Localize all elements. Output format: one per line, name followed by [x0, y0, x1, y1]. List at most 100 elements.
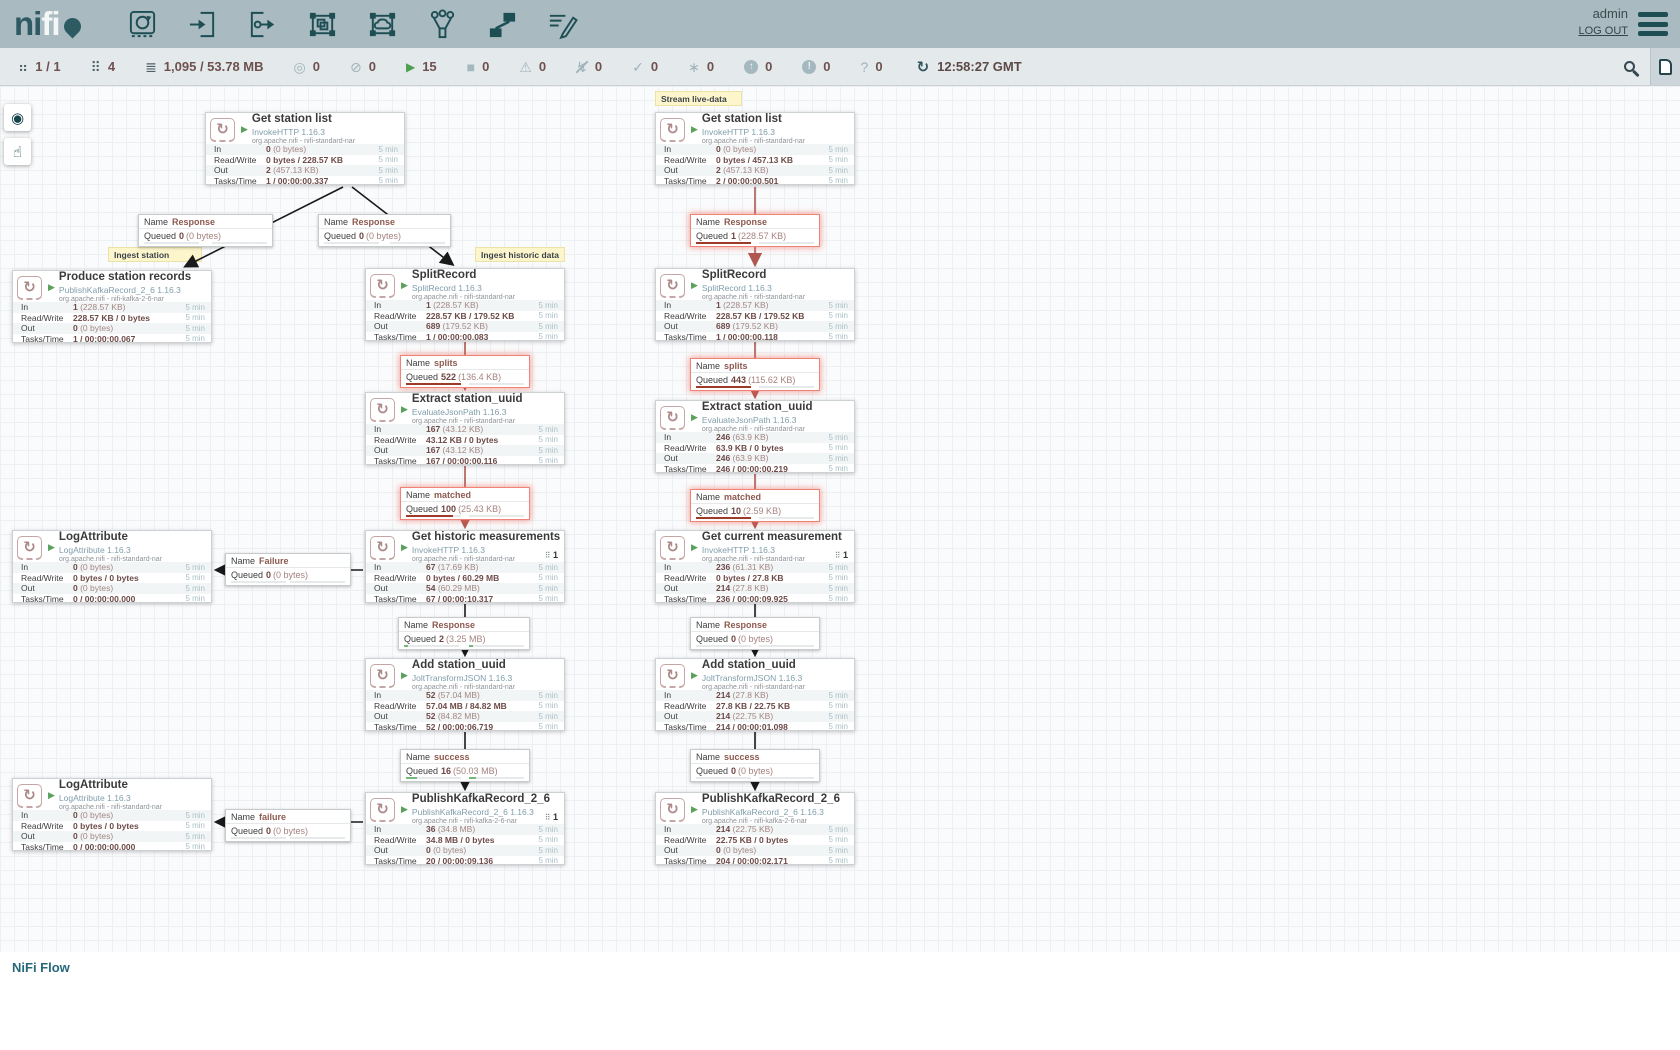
name-label: Name	[406, 490, 430, 500]
stat-row: Tasks/Time0 / 00:00:00.0005 min	[13, 594, 211, 605]
connection-label[interactable]: NamefailureQueued0(0 bytes)	[225, 809, 351, 842]
processor-name: Get station list	[252, 114, 355, 126]
stat-row: Read/Write0 bytes / 228.57 KB5 min	[206, 155, 404, 166]
label-icon[interactable]	[545, 6, 581, 42]
connection-name-row: Namefailure	[226, 810, 350, 824]
refresh-icon[interactable]: ↻	[917, 58, 930, 76]
new-template-button[interactable]	[1650, 48, 1680, 85]
processor-node[interactable]: ↻▶Extract station_uuidEvaluateJsonPath 1…	[365, 392, 565, 465]
stale-icon: ↑	[744, 60, 758, 74]
processor-node[interactable]: ↻▶Get station listInvokeHTTP 1.16.3org.a…	[205, 112, 405, 185]
stat-row: In0 (0 bytes)5 min	[13, 562, 211, 573]
backpressure-fill	[469, 777, 476, 779]
input-port-icon[interactable]	[185, 6, 221, 42]
processor-node[interactable]: ↻▶Produce station recordsPublishKafkaRec…	[12, 270, 212, 343]
connection-label[interactable]: NameResponseQueued0(0 bytes)	[138, 214, 273, 247]
running-status-icon: ▶	[691, 412, 698, 423]
stat-time-window: 5 min	[828, 856, 848, 865]
connection-label[interactable]: NameResponseQueued2(3.25 MB)	[398, 617, 530, 650]
logout-link[interactable]: LOG OUT	[1578, 23, 1628, 39]
flow-label[interactable]: Stream live-data	[655, 91, 742, 106]
stat-row: Out0 (0 bytes)5 min	[13, 323, 211, 334]
name-label: Name	[144, 217, 168, 227]
stat-value: 22.75 KB / 0 bytes	[716, 835, 824, 845]
processor-node[interactable]: ↻▶LogAttributeLogAttribute 1.16.3org.apa…	[12, 530, 212, 603]
connection-label[interactable]: NameResponseQueued0(0 bytes)	[690, 617, 820, 650]
processor-node[interactable]: ↻▶PublishKafkaRecord_2_6PublishKafkaReco…	[365, 792, 565, 865]
backpressure-bar	[324, 242, 379, 244]
connection-name-row: NameResponse	[691, 215, 819, 229]
processor-icon[interactable]	[125, 6, 161, 42]
breadcrumb[interactable]: NiFi Flow	[0, 952, 70, 975]
stat-time-window: 5 min	[378, 166, 398, 175]
connection-label[interactable]: NamesplitsQueued443(115.62 KB)	[690, 358, 820, 391]
template-icon[interactable]	[485, 6, 521, 42]
relationship-name: Response	[432, 620, 475, 630]
backpressure-fill	[696, 242, 751, 244]
stat-label: Tasks/Time	[21, 594, 73, 604]
connection-label[interactable]: NamesplitsQueued522(136.4 KB)	[400, 355, 530, 388]
stat-label: Out	[21, 583, 73, 593]
connection-label[interactable]: NamesuccessQueued0(0 bytes)	[690, 749, 820, 782]
stat-value: 0 bytes / 27.8 KB	[716, 573, 824, 583]
remote-process-group-icon[interactable]	[365, 6, 401, 42]
stat-time-window: 5 min	[828, 722, 848, 731]
global-menu-icon[interactable]	[1638, 12, 1668, 36]
processor-node[interactable]: ↻▶Get current measurementInvokeHTTP 1.16…	[655, 530, 855, 603]
stat-row: Out52 (84.82 MB)5 min	[366, 711, 564, 722]
processor-node[interactable]: ↻▶PublishKafkaRecord_2_6PublishKafkaReco…	[655, 792, 855, 865]
stat-value: 1 (228.57 KB)	[426, 300, 534, 310]
processor-node[interactable]: ↻▶SplitRecordSplitRecord 1.16.3org.apach…	[655, 268, 855, 341]
flow-label[interactable]: Ingest historic data	[475, 247, 565, 262]
queued-count: 443	[731, 375, 746, 385]
processor-bundle: org.apache.nifi - nifi-kafka-2-6-nar	[702, 818, 840, 825]
running-status-icon: ▶	[48, 282, 55, 293]
connection-label[interactable]: NamematchedQueued10(2.59 KB)	[690, 489, 820, 522]
last-refresh-time: 12:58:27 GMT	[937, 59, 1022, 74]
stat-row: Out0 (0 bytes)5 min	[13, 831, 211, 842]
processor-node[interactable]: ↻▶SplitRecordSplitRecord 1.16.3org.apach…	[365, 268, 565, 341]
stat-value: 0 (0 bytes)	[73, 323, 181, 333]
processor-type: EvaluateJsonPath 1.16.3	[702, 416, 813, 425]
connection-label[interactable]: NamematchedQueued100(25.43 KB)	[400, 487, 530, 520]
status-count: 0	[875, 59, 882, 74]
output-port-icon[interactable]	[245, 6, 281, 42]
processor-type: InvokeHTTP 1.16.3	[702, 546, 842, 555]
process-group-icon[interactable]	[305, 6, 341, 42]
running-status-icon: ▶	[401, 542, 408, 553]
funnel-icon[interactable]	[425, 6, 461, 42]
connection-label[interactable]: NameResponseQueued0(0 bytes)	[318, 214, 451, 247]
processor-node[interactable]: ↻▶Get station listInvokeHTTP 1.16.3org.a…	[655, 112, 855, 185]
backpressure-bar	[231, 837, 286, 839]
processor-type-icon: ↻	[370, 664, 395, 688]
stat-time-window: 5 min	[828, 301, 848, 310]
processor-node[interactable]: ↻▶LogAttributeLogAttribute 1.16.3org.apa…	[12, 778, 212, 851]
stat-time-window: 5 min	[185, 303, 205, 312]
stat-label: Tasks/Time	[21, 334, 73, 344]
connection-label[interactable]: NameResponseQueued1(228.57 KB)	[690, 214, 820, 247]
processor-type: JoltTransformJSON 1.16.3	[412, 674, 515, 683]
stat-row: Out246 (63.9 KB)5 min	[656, 453, 854, 464]
processor-node[interactable]: ↻▶Add station_uuidJoltTransformJSON 1.16…	[655, 658, 855, 731]
stat-time-window: 5 min	[185, 594, 205, 603]
flow-label[interactable]: Ingest station records	[108, 247, 202, 262]
processor-name: SplitRecord	[702, 270, 805, 282]
processor-node[interactable]: ↻▶Get historic measurementsInvokeHTTP 1.…	[365, 530, 565, 603]
name-label: Name	[696, 492, 720, 502]
connection-label[interactable]: NamesuccessQueued16(50.03 MB)	[400, 749, 530, 782]
backpressure-bar	[406, 383, 461, 385]
stat-time-window: 5 min	[828, 454, 848, 463]
search-button[interactable]	[1608, 48, 1650, 85]
flow-canvas[interactable]: ◉ ☝ Ingest station records Ingest histori…	[0, 86, 1680, 952]
hand-tool-button[interactable]: ☝	[4, 138, 31, 165]
processor-type-icon: ↻	[660, 798, 685, 822]
birdseye-button[interactable]: ◉	[4, 104, 31, 131]
queued-label: Queued	[696, 506, 728, 516]
stat-row: Tasks/Time204 / 00:00:02.1715 min	[656, 856, 854, 867]
stat-value: 43.12 KB / 0 bytes	[426, 435, 534, 445]
processor-node[interactable]: ↻▶Extract station_uuidEvaluateJsonPath 1…	[655, 400, 855, 473]
connection-label[interactable]: NameFailureQueued0(0 bytes)	[225, 553, 351, 586]
stat-value: 20 / 00:00:09.136	[426, 856, 534, 866]
backpressure-bar	[759, 386, 814, 388]
processor-node[interactable]: ↻▶Add station_uuidJoltTransformJSON 1.16…	[365, 658, 565, 731]
